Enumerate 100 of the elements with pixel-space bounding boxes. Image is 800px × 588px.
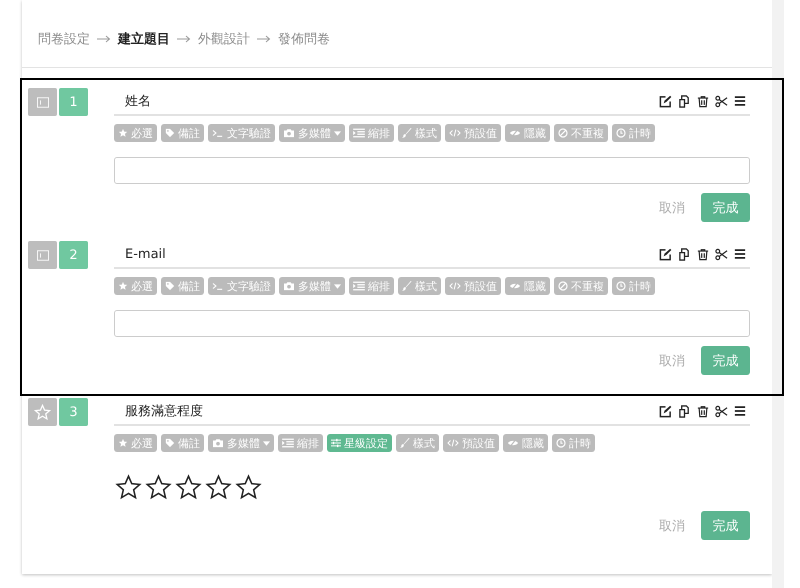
tool-button[interactable]: 多媒體 xyxy=(279,277,345,295)
cancel-button[interactable]: 取消 xyxy=(659,198,685,216)
done-button[interactable]: 完成 xyxy=(701,346,750,375)
question-number: 3 xyxy=(59,398,88,426)
question-number: 2 xyxy=(59,241,88,269)
tool-button[interactable]: 星級設定 xyxy=(327,434,392,452)
tool-button[interactable]: 隱藏 xyxy=(505,124,550,142)
tool-button[interactable]: 縮排 xyxy=(349,124,394,142)
tool-button[interactable]: 備註 xyxy=(161,434,204,452)
question-title[interactable]: E-mail xyxy=(125,246,166,262)
copy-icon[interactable] xyxy=(678,248,691,260)
answer-field[interactable] xyxy=(114,310,750,337)
scrollbar-track[interactable] xyxy=(772,0,784,588)
eye-slash-icon xyxy=(509,281,521,291)
tool-button[interactable]: 樣式 xyxy=(398,277,441,295)
arrow-icon xyxy=(257,35,271,43)
done-button[interactable]: 完成 xyxy=(701,511,750,540)
cancel-button[interactable]: 取消 xyxy=(659,352,685,370)
eye-slash-icon xyxy=(509,128,521,138)
text-field-icon[interactable] xyxy=(28,241,57,269)
code-icon xyxy=(449,281,461,291)
indent-icon xyxy=(353,128,365,138)
rating-star[interactable] xyxy=(115,474,142,501)
copy-icon[interactable] xyxy=(678,94,691,108)
tool-button[interactable]: 隱藏 xyxy=(503,434,548,452)
brush-icon xyxy=(402,128,412,138)
menu-icon[interactable] xyxy=(734,405,746,417)
answer-field[interactable] xyxy=(114,157,750,184)
breadcrumb-step[interactable]: 建立題目 xyxy=(118,30,170,48)
camera-icon xyxy=(283,128,295,138)
star-icon xyxy=(118,128,128,138)
arrow-icon xyxy=(177,35,191,43)
tool-button[interactable]: 備註 xyxy=(161,124,204,142)
question-number: 1 xyxy=(59,88,88,116)
trash-icon[interactable] xyxy=(697,404,709,418)
sliders-icon xyxy=(331,438,341,448)
clock-icon xyxy=(556,438,566,448)
rating-star[interactable] xyxy=(145,474,172,501)
camera-icon xyxy=(212,438,224,448)
tag-icon xyxy=(165,438,175,448)
clock-icon xyxy=(616,281,626,291)
star-icon xyxy=(118,438,128,448)
breadcrumb-step[interactable]: 問卷設定 xyxy=(38,30,90,48)
question-title[interactable]: 姓名 xyxy=(125,92,151,110)
edit-icon[interactable] xyxy=(659,94,672,108)
tool-button[interactable]: 預設值 xyxy=(443,434,499,452)
scissors-icon[interactable] xyxy=(715,404,728,418)
menu-icon[interactable] xyxy=(734,248,746,260)
clock-icon xyxy=(616,128,626,138)
tool-button[interactable]: 文字驗證 xyxy=(208,124,275,142)
copy-icon[interactable] xyxy=(678,404,691,418)
tool-button[interactable]: 樣式 xyxy=(396,434,439,452)
tool-button[interactable]: 多媒體 xyxy=(208,434,274,452)
tool-button[interactable]: 預設值 xyxy=(445,277,501,295)
tool-button[interactable]: 必選 xyxy=(114,124,157,142)
edit-icon[interactable] xyxy=(659,404,672,418)
tool-button[interactable]: 樣式 xyxy=(398,124,441,142)
edit-icon[interactable] xyxy=(659,248,672,260)
rating-star[interactable] xyxy=(175,474,202,501)
scissors-icon[interactable] xyxy=(715,94,728,108)
tool-button[interactable]: 計時 xyxy=(612,277,655,295)
terminal-icon xyxy=(212,128,224,138)
code-icon xyxy=(447,438,459,448)
code-icon xyxy=(449,128,461,138)
tool-button[interactable]: 計時 xyxy=(552,434,595,452)
tool-button[interactable]: 不重複 xyxy=(554,124,608,142)
star-icon xyxy=(118,281,128,291)
done-button[interactable]: 完成 xyxy=(701,193,750,222)
brush-icon xyxy=(402,281,412,291)
tool-button[interactable]: 計時 xyxy=(612,124,655,142)
tool-button[interactable]: 備註 xyxy=(161,277,204,295)
eye-slash-icon xyxy=(507,438,519,448)
terminal-icon xyxy=(212,281,224,291)
tag-icon xyxy=(165,281,175,291)
menu-icon[interactable] xyxy=(734,95,746,107)
arrow-icon xyxy=(97,35,111,43)
tool-button[interactable]: 文字驗證 xyxy=(208,277,275,295)
scissors-icon[interactable] xyxy=(715,248,728,260)
tool-button[interactable]: 不重複 xyxy=(554,277,608,295)
ban-icon xyxy=(558,128,568,138)
trash-icon[interactable] xyxy=(697,94,709,108)
tool-button[interactable]: 多媒體 xyxy=(279,124,345,142)
ban-icon xyxy=(558,281,568,291)
rating-star[interactable] xyxy=(235,474,262,501)
tool-button[interactable]: 隱藏 xyxy=(505,277,550,295)
cancel-button[interactable]: 取消 xyxy=(659,516,685,534)
tool-button[interactable]: 預設值 xyxy=(445,124,501,142)
tool-button[interactable]: 縮排 xyxy=(278,434,323,452)
indent-icon xyxy=(282,438,294,448)
tool-button[interactable]: 縮排 xyxy=(349,277,394,295)
tool-button[interactable]: 必選 xyxy=(114,434,157,452)
rating-star[interactable] xyxy=(205,474,232,501)
tool-button[interactable]: 必選 xyxy=(114,277,157,295)
brush-icon xyxy=(400,438,410,448)
tag-icon xyxy=(165,128,175,138)
question-title[interactable]: 服務滿意程度 xyxy=(125,402,203,420)
text-field-icon[interactable] xyxy=(28,88,57,116)
trash-icon[interactable] xyxy=(697,248,709,260)
breadcrumb-step[interactable]: 外觀設計 xyxy=(198,30,250,48)
breadcrumb-step[interactable]: 發佈問卷 xyxy=(278,30,330,48)
